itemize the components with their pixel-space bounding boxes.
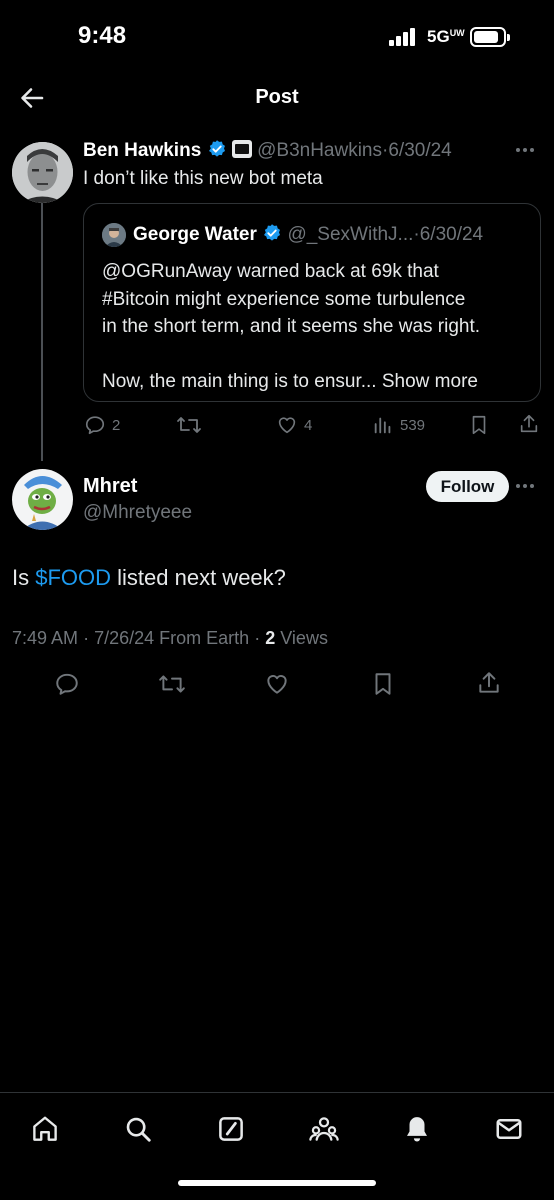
home-icon [33, 1116, 57, 1141]
quote-line [102, 341, 532, 369]
quote-text: @OGRunAway warned back at 69k that #Bitc… [102, 258, 532, 396]
network-indicator: 5GUW [427, 27, 465, 46]
verified-badge-icon [208, 140, 225, 157]
post-source: From Earth [159, 628, 250, 648]
share-icon [479, 672, 499, 693]
ellipsis-icon [516, 148, 534, 152]
search-icon [126, 1117, 151, 1142]
show-more-link[interactable]: Show more [382, 371, 478, 392]
ellipsis-icon [516, 484, 534, 488]
quote-line: @OGRunAway warned back at 69k that [102, 261, 439, 282]
reply-icon [56, 673, 78, 695]
post-date[interactable]: 6/30/24 [388, 140, 451, 161]
quote-author-handle: @_SexWithJ... [287, 224, 414, 245]
repost-button[interactable] [176, 414, 208, 436]
bookmark-button[interactable] [370, 671, 396, 697]
quote-line: in the short term, and it seems she was … [102, 316, 481, 337]
share-button[interactable] [476, 670, 502, 696]
views-count[interactable]: 2 [265, 628, 275, 648]
avatar[interactable] [12, 142, 73, 203]
quote-avatar [102, 223, 126, 247]
post-text: Is $FOOD listed next week? [12, 565, 286, 590]
thread-line [41, 203, 43, 461]
verified-badge-icon [264, 224, 281, 241]
bookmark-icon [472, 415, 486, 435]
status-time: 9:48 [78, 22, 127, 49]
repost-icon [177, 417, 201, 433]
header: Post [0, 70, 554, 126]
status-bar: 9:48 5GUW [0, 0, 554, 70]
battery-icon [470, 27, 510, 47]
notifications-icon [407, 1117, 427, 1142]
cashtag-link[interactable]: $FOOD [35, 565, 111, 590]
bookmark-button[interactable] [468, 414, 490, 436]
quote-line: #Bitcoin might experience some turbulenc… [102, 288, 466, 310]
parent-post-header: Ben Hawkins @B3nHawkins·6/30/24 [83, 140, 452, 161]
author-handle[interactable]: @Mhretyeee [83, 502, 192, 524]
bookmark-icon [375, 673, 391, 695]
avatar[interactable] [12, 469, 73, 530]
views-label: Views [280, 628, 328, 648]
share-button[interactable] [518, 413, 540, 435]
more-options-button[interactable] [510, 140, 540, 160]
post-time: 7:49 AM [12, 628, 79, 648]
repost-icon [159, 675, 185, 693]
like-button[interactable]: 4 [276, 414, 312, 436]
more-options-button[interactable] [510, 476, 540, 496]
author-name[interactable]: Mhret [83, 475, 137, 498]
author-name[interactable]: Ben Hawkins [83, 140, 201, 161]
nav-grok[interactable] [213, 1111, 249, 1147]
home-indicator[interactable] [178, 1180, 376, 1186]
like-count: 4 [304, 416, 313, 434]
follow-button[interactable]: Follow [426, 471, 509, 502]
share-icon [520, 414, 538, 433]
grok-icon [219, 1117, 243, 1141]
quote-line: Now, the main thing is to ensur... Show … [102, 371, 478, 392]
views-button[interactable]: 539 [372, 414, 425, 436]
messages-icon [496, 1119, 522, 1139]
quote-author-name: George Water [133, 224, 257, 245]
signal-icon [389, 28, 417, 46]
post-date: 7/26/24 [94, 628, 155, 648]
like-button[interactable] [264, 671, 290, 697]
nav-search[interactable] [120, 1111, 156, 1147]
nav-home[interactable] [27, 1111, 63, 1147]
reply-icon [85, 416, 105, 435]
nav-notifications[interactable] [399, 1111, 435, 1147]
communities-icon [309, 1117, 339, 1141]
quote-header: George Water @_SexWithJ...·6/30/24 [133, 224, 484, 245]
analytics-icon [374, 417, 391, 434]
view-count: 539 [400, 416, 426, 434]
reply-count: 2 [112, 416, 121, 434]
nav-messages[interactable] [491, 1111, 527, 1147]
quote-date: 6/30/24 [419, 224, 484, 245]
post-text: I don’t like this new bot meta [83, 168, 323, 189]
heart-icon [267, 675, 287, 694]
quoted-post[interactable]: George Water @_SexWithJ...·6/30/24 @OGRu… [83, 203, 541, 402]
heart-icon [278, 417, 296, 434]
repost-button[interactable] [158, 671, 186, 697]
nav-communities[interactable] [306, 1111, 342, 1147]
post-meta: 7:49 AM · 7/26/24 From Earth · 2 Views [12, 628, 328, 648]
affiliate-badge-icon [231, 140, 252, 158]
page-title: Post [255, 86, 299, 108]
reply-button[interactable] [54, 671, 80, 697]
author-handle[interactable]: @B3nHawkins [257, 140, 382, 161]
reply-button[interactable]: 2 [84, 414, 120, 436]
